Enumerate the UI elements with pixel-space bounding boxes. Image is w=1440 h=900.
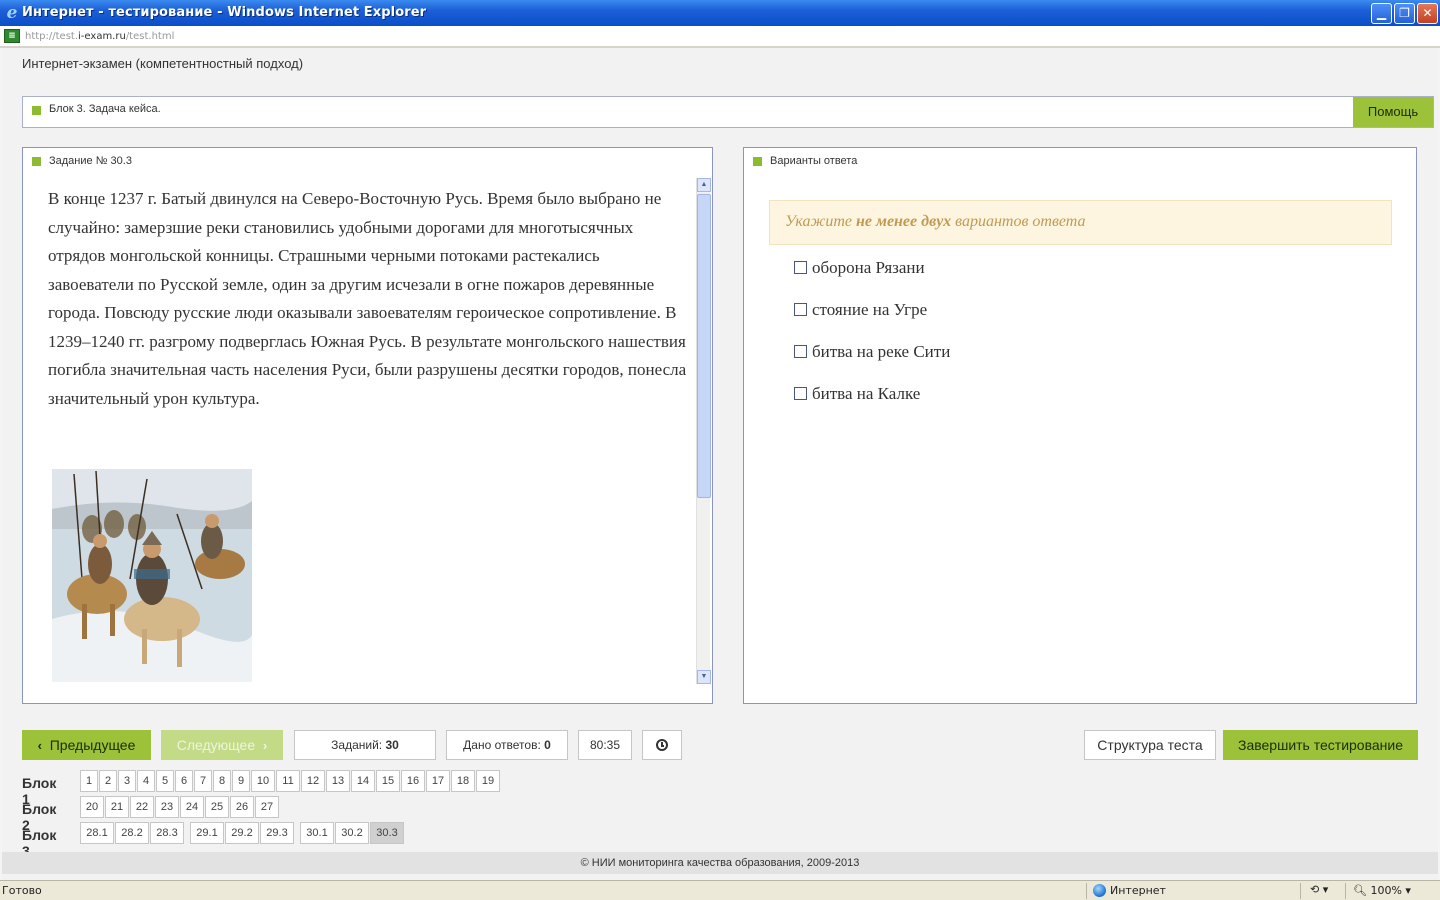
globe-icon (1093, 884, 1106, 897)
task-nav-cell[interactable]: 21 (105, 796, 129, 818)
answer-option[interactable]: оборона Рязани (794, 258, 925, 278)
task-nav-cell[interactable]: 4 (137, 770, 155, 792)
chevron-left-icon: ‹ (37, 738, 42, 753)
task-nav-cell[interactable]: 25 (205, 796, 229, 818)
footer-copyright: © НИИ мониторинга качества образования, … (2, 852, 1438, 874)
task-nav-cell[interactable]: 18 (451, 770, 475, 792)
chevron-right-icon: › (262, 738, 268, 753)
task-nav-cell[interactable]: 10 (251, 770, 275, 792)
task-nav-cell[interactable]: 2 (99, 770, 117, 792)
help-button[interactable]: Помощь (1353, 97, 1433, 127)
address-bar[interactable]: ≡ http://test.i-exam.ru/test.html (0, 26, 1440, 48)
task-nav-cell[interactable]: 29.3 (260, 822, 294, 844)
task-nav-cell[interactable]: 9 (232, 770, 250, 792)
task-nav-cell[interactable]: 7 (194, 770, 212, 792)
bullet-square-icon (32, 157, 41, 166)
task-nav-cell[interactable]: 6 (175, 770, 193, 792)
zoom-control[interactable]: 🔍︎ 100% ▾ (1353, 884, 1411, 897)
answer-checkbox[interactable] (794, 387, 807, 400)
answer-checkbox[interactable] (794, 345, 807, 358)
previous-button[interactable]: ‹ Предыдущее (22, 730, 151, 760)
mongol-cavalry-illustration (52, 469, 252, 682)
task-nav-cell[interactable]: 27 (255, 796, 279, 818)
answer-panel: Варианты ответа Укажите не менее двух ва… (743, 147, 1417, 704)
task-nav-cell[interactable]: 3 (118, 770, 136, 792)
task-nav-cell[interactable]: 11 (276, 770, 300, 792)
next-button[interactable]: Следующее › (161, 730, 283, 760)
task-nav-cell[interactable]: 12 (301, 770, 325, 792)
task-nav-cell[interactable]: 29.2 (225, 822, 259, 844)
close-button[interactable]: ✕ (1417, 3, 1438, 24)
address-url[interactable]: http://test.i-exam.ru/test.html (25, 31, 174, 42)
answer-option[interactable]: стояние на Угре (794, 300, 927, 320)
task-nav-cell[interactable]: 15 (376, 770, 400, 792)
task-nav-cell[interactable]: 22 (130, 796, 154, 818)
task-nav-cell[interactable]: 1 (80, 770, 98, 792)
answer-option[interactable]: битва на Калке (794, 384, 920, 404)
answer-hint: Укажите не менее двух вариантов ответа (769, 200, 1392, 245)
bullet-square-icon (753, 157, 762, 166)
task-nav-cell[interactable]: 30.1 (300, 822, 334, 844)
timer: 80:35 (578, 730, 632, 760)
protected-mode-icon[interactable]: ⟲ ▾ (1310, 883, 1328, 896)
task-nav-cell[interactable]: 13 (326, 770, 350, 792)
task-nav-cell[interactable]: 28.1 (80, 822, 114, 844)
app-title: Интернет-экзамен (компетентностный подхо… (22, 56, 304, 71)
task-nav-cell[interactable]: 29.1 (190, 822, 224, 844)
block-title: Блок 3. Задача кейса. (49, 103, 161, 115)
window-title: Интернет - тестирование - Windows Intern… (22, 5, 427, 20)
task-text: В конце 1237 г. Батый двинулся на Северо… (48, 189, 687, 408)
finish-test-button[interactable]: Завершить тестирование (1223, 730, 1418, 760)
page-icon: ≡ (4, 29, 20, 43)
maximize-button[interactable]: ❐ (1394, 3, 1415, 24)
task-nav-cell[interactable]: 26 (230, 796, 254, 818)
task-nav-cell[interactable]: 5 (156, 770, 174, 792)
answers-given-count: Дано ответов: 0 (446, 730, 568, 760)
status-text: Готово (2, 884, 42, 897)
task-nav-cell[interactable]: 30.2 (335, 822, 369, 844)
task-nav-cell[interactable]: 23 (155, 796, 179, 818)
scroll-down-icon[interactable]: ▼ (697, 670, 711, 684)
task-panel: Задание № 30.3 В конце 1237 г. Батый дви… (22, 147, 713, 704)
task-nav-cell[interactable]: 20 (80, 796, 104, 818)
page-content: Интернет-экзамен (компетентностный подхо… (2, 48, 1438, 880)
scroll-up-icon[interactable]: ▲ (697, 178, 711, 192)
answer-checkbox[interactable] (794, 261, 807, 274)
security-zone: Интернет (1093, 884, 1166, 897)
test-structure-button[interactable]: Структура теста (1084, 730, 1216, 760)
minimize-button[interactable]: ▁ (1371, 3, 1392, 24)
tasks-count: Заданий: 30 (294, 730, 436, 760)
ie-icon: e (6, 3, 18, 23)
task-nav-cell[interactable]: 19 (476, 770, 500, 792)
timer-toggle-button[interactable] (642, 730, 682, 760)
clock-icon (656, 739, 668, 751)
bullet-square-icon (32, 106, 41, 115)
status-bar: Готово Интернет ⟲ ▾ 🔍︎ 100% ▾ (0, 880, 1440, 900)
task-nav-cell[interactable]: 17 (426, 770, 450, 792)
task-number: Задание № 30.3 (49, 155, 132, 167)
scroll-thumb[interactable] (697, 194, 711, 498)
task-nav-cell[interactable]: 16 (401, 770, 425, 792)
answer-option[interactable]: битва на реке Сити (794, 342, 950, 362)
window-titlebar: e Интернет - тестирование - Windows Inte… (0, 0, 1440, 26)
task-nav-cell[interactable]: 28.2 (115, 822, 149, 844)
task-scrollbar[interactable]: ▲ ▼ (696, 178, 711, 684)
task-nav-cell[interactable]: 8 (213, 770, 231, 792)
task-nav-cell[interactable]: 28.3 (150, 822, 184, 844)
task-nav-cell[interactable]: 24 (180, 796, 204, 818)
answers-title: Варианты ответа (770, 155, 858, 167)
answer-checkbox[interactable] (794, 303, 807, 316)
task-nav-cell[interactable]: 14 (351, 770, 375, 792)
block-header: Блок 3. Задача кейса. Помощь (22, 96, 1434, 128)
task-nav-cell[interactable]: 30.3 (370, 822, 404, 844)
